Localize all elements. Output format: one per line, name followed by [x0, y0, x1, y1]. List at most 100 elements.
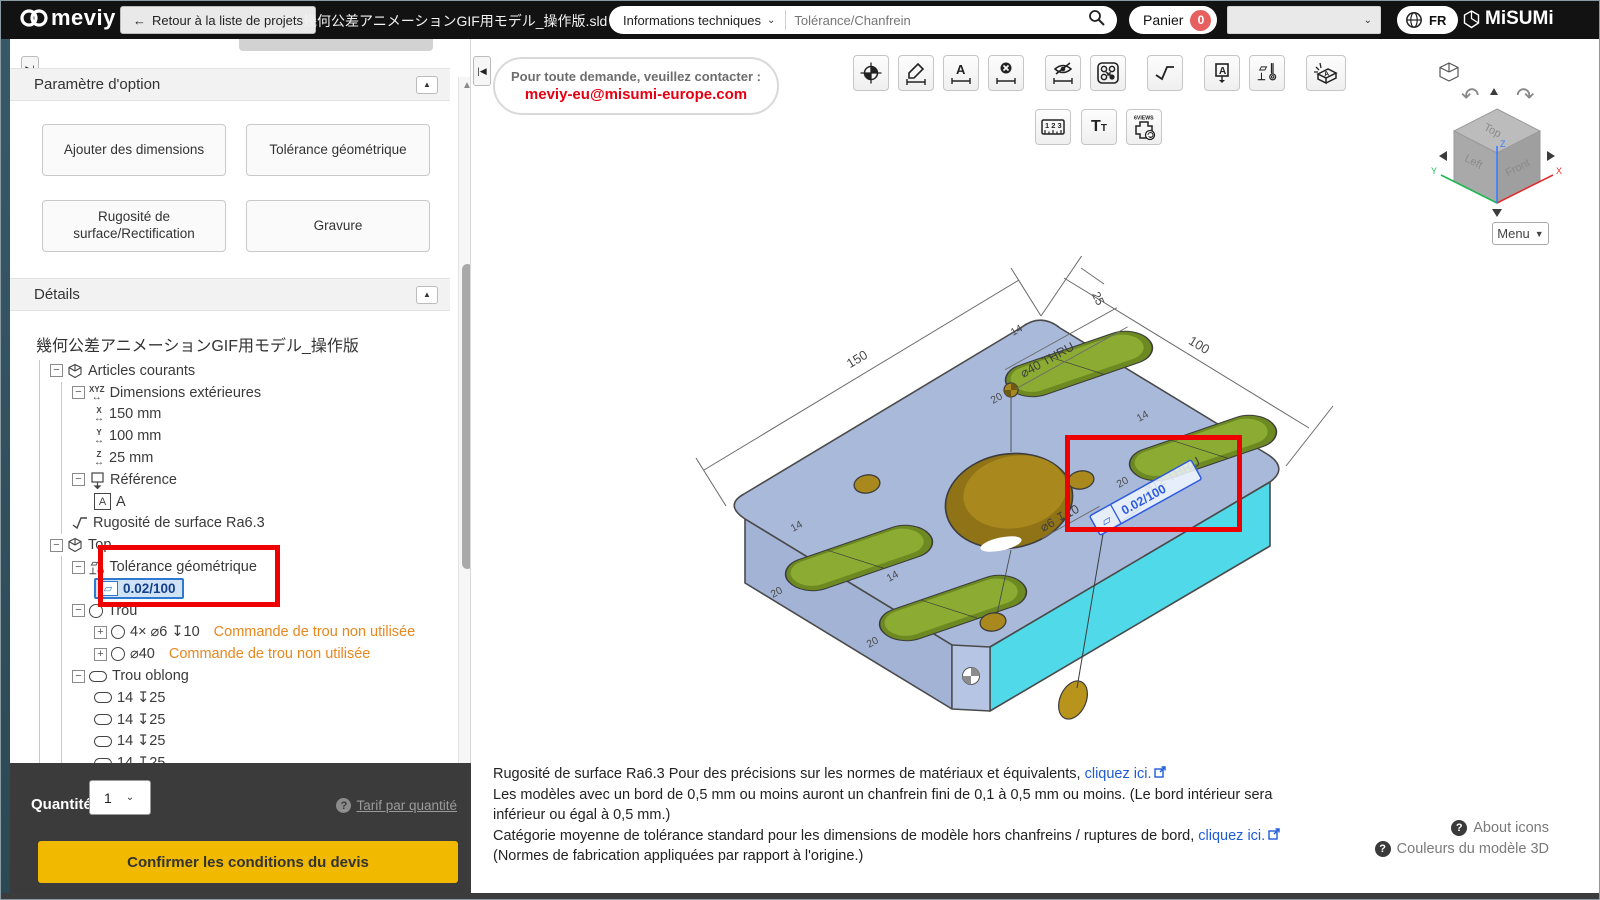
geometric-tolerance-icon: ▱ ∥ ⊥ ⊚ — [1257, 63, 1277, 83]
ruler-123-button[interactable]: 1 2 3 — [1035, 109, 1071, 145]
scroll-up-arrow[interactable]: ▲ — [461, 80, 470, 92]
contact-email-link[interactable]: meviy-eu@misumi-europe.com — [525, 86, 747, 103]
note-line: (Normes de fabrication appliquées par ra… — [493, 848, 864, 865]
nav-right-arrow — [1547, 151, 1555, 161]
model-colors-link[interactable]: ? Couleurs du modèle 3D — [1331, 838, 1549, 859]
tree-item[interactable]: 14 ↧25 — [10, 730, 450, 753]
top-bar: meviy ← Retour à la liste de projets 幾何公… — [1, 1, 1599, 39]
six-views-button[interactable]: 6VIEWS — [1126, 109, 1162, 145]
window-bottom-edge — [1, 893, 1599, 899]
six-views-icon: 6VIEWS — [1130, 113, 1158, 141]
scrollbar-thumb[interactable] — [462, 264, 470, 569]
tree-item[interactable]: 14 ↧25 — [10, 752, 450, 763]
external-link-icon — [1268, 826, 1280, 847]
hole-pattern-button[interactable] — [1090, 55, 1126, 91]
tree-item[interactable]: − ▱∥ ⊥⊚ Tolérance géométrique — [10, 556, 450, 578]
panel-collapse-toggle[interactable]: |◀ — [473, 56, 491, 86]
text-size-button[interactable]: TT — [1081, 109, 1117, 145]
collapse-section-button[interactable]: ▲ — [416, 75, 438, 94]
misumi-logo[interactable]: MiSUMi — [1463, 8, 1554, 30]
geometric-tolerance-button[interactable]: Tolérance géométrique — [246, 124, 430, 176]
search-input[interactable] — [786, 12, 1088, 28]
tree-item[interactable]: Y ↔ 100 mm — [10, 425, 450, 448]
collapse-section-button[interactable]: ▲ — [416, 285, 438, 304]
tree-item-label: 14 ↧25 — [117, 711, 166, 728]
tree-item-label: Rugosité de surface Ra6.3 — [93, 515, 265, 532]
svg-text:1 2 3: 1 2 3 — [1045, 121, 1062, 130]
surface-roughness-button[interactable]: Rugosité de surface/Rectification — [42, 200, 226, 252]
add-dimension-button[interactable] — [898, 55, 934, 91]
tree-item[interactable]: Rugosité de surface Ra6.3 — [10, 512, 450, 535]
tree-item[interactable]: 14 ↧25 — [10, 708, 450, 731]
tree-expand-toggle[interactable]: − — [72, 669, 85, 683]
dim-150-label: 150 — [844, 347, 870, 371]
tree-expand-toggle[interactable]: − — [50, 364, 63, 378]
tree-item[interactable]: X ↔ 150 mm — [10, 403, 450, 426]
surface-roughness-button[interactable] — [1147, 55, 1183, 91]
view-cube-widget[interactable]: ↶ ↷ Top Left Front Y X Z — [1401, 51, 1591, 221]
confirm-quote-button[interactable]: Confirmer les conditions du devis — [38, 841, 458, 883]
quantity-select[interactable]: 1 ⌄ — [89, 780, 151, 815]
tree-item[interactable]: − Référence — [10, 468, 450, 491]
tree-item[interactable]: AA — [10, 490, 450, 513]
text-dimension-button[interactable]: A — [943, 55, 979, 91]
about-icons-link[interactable]: ? About icons — [1331, 817, 1549, 838]
back-to-projects-button[interactable]: ← Retour à la liste de projets — [120, 6, 317, 34]
view-menu-button[interactable]: Menu ▼ — [1492, 222, 1549, 245]
tree-item[interactable]: − Trou oblong — [10, 665, 450, 687]
delete-dimension-button[interactable] — [988, 55, 1024, 91]
tree-expand-toggle[interactable]: − — [72, 560, 85, 574]
tree-item[interactable]: − XYZ ↔ Dimensions extérieures — [10, 381, 450, 404]
datum-target-button[interactable] — [853, 55, 889, 91]
datum-target-symbol — [962, 667, 980, 685]
search-category-select[interactable]: Informations techniques ⌄ — [609, 10, 787, 30]
language-selector[interactable]: FR — [1397, 6, 1459, 34]
roughness-icon — [72, 516, 88, 530]
hole-icon — [111, 647, 125, 662]
tree-item[interactable]: − Articles courants — [10, 360, 450, 382]
cliquez-ici-link[interactable]: cliquez ici. — [1085, 766, 1152, 782]
tree-expand-toggle[interactable]: − — [72, 473, 85, 487]
text-size-icon: TT — [1091, 118, 1107, 135]
chevron-down-icon: ⌄ — [125, 792, 135, 803]
tariff-by-quantity-link[interactable]: ? Tarif par quantité — [336, 798, 457, 813]
sidebar-scrollbar[interactable]: ▲ ▼ — [458, 77, 470, 763]
tree-item[interactable]: Z ↔ 25 mm — [10, 447, 450, 469]
tree-expand-toggle[interactable]: + — [94, 625, 107, 639]
tree-expand-toggle[interactable]: + — [94, 647, 107, 661]
svg-text:X: X — [1556, 166, 1562, 176]
tree-expand-toggle[interactable]: − — [72, 604, 85, 618]
cliquez-ici-link[interactable]: cliquez ici. — [1198, 828, 1265, 844]
tree-item[interactable]: + ⌀40 Commande de trou non utilisée — [10, 643, 450, 666]
search-icon[interactable] — [1088, 9, 1105, 31]
tree-item-selected[interactable]: ▱ 0.02/100 — [94, 578, 184, 600]
tree-item[interactable]: ▱ 0.02/100 — [10, 577, 450, 600]
tree-expand-toggle[interactable]: − — [50, 538, 63, 552]
details-header: Détails ▲ — [10, 278, 450, 311]
cart-button[interactable]: Panier 0 — [1129, 6, 1218, 34]
tree-expand-toggle[interactable]: − — [72, 386, 85, 400]
tree-root-label[interactable]: 幾何公差アニメーションGIF用モデル_操作版 — [10, 326, 450, 360]
add-dimensions-button[interactable]: Ajouter des dimensions — [42, 124, 226, 176]
datum-frame-button[interactable]: A — [1204, 55, 1240, 91]
dim-25-lines — [1080, 267, 1105, 285]
tree-item[interactable]: − Top — [10, 534, 450, 557]
svg-text:Y: Y — [1431, 166, 1437, 176]
note-line: Catégorie moyenne de tolérance standard … — [493, 826, 1293, 847]
hide-dimension-button[interactable] — [1045, 55, 1081, 91]
secondary-select[interactable]: ⌄ — [1227, 6, 1381, 34]
project-filename: 幾何公差アニメーションGIF用モデル_操作版.sld — [303, 13, 608, 29]
add-dimension-icon — [904, 61, 928, 85]
geometric-tolerance-button[interactable]: ▱ ∥ ⊥ ⊚ — [1249, 55, 1285, 91]
meviy-logo[interactable]: meviy — [17, 5, 116, 31]
tree-item[interactable]: 14 ↧25 — [10, 686, 450, 709]
svg-text:Z: Z — [1500, 139, 1506, 149]
engraving-button[interactable]: Gravure — [246, 200, 430, 252]
tree-item[interactable]: − Trou — [10, 599, 450, 622]
engraving-button[interactable]: A — [1306, 55, 1346, 91]
model-3d-viewport[interactable]: 150 100 25 14 20 14 20 14 20 14 20 ⌀40 T… — [641, 247, 1361, 776]
svg-text:A: A — [1323, 70, 1329, 78]
tree-item-label: Top — [88, 537, 112, 554]
left-panel: ▶| Paramètre d'option ▲ Ajouter des dime… — [10, 39, 471, 763]
tree-item[interactable]: +4× ⌀6 ↧10 Commande de trou non utilisée — [10, 621, 450, 644]
